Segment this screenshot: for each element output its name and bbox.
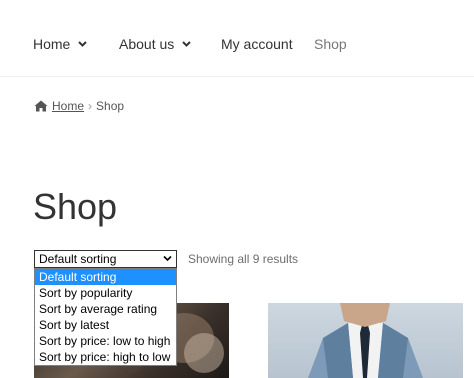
nav-item-label: Home	[33, 36, 71, 52]
nav-item-shop[interactable]: Shop	[314, 36, 347, 52]
sort-select[interactable]: Default sorting	[34, 250, 177, 268]
sort-option-latest[interactable]: Sort by latest	[35, 317, 176, 333]
chevron-down-icon	[163, 255, 172, 262]
nav-item-label: My account	[221, 36, 293, 52]
denim-jacket-figure	[308, 303, 423, 378]
breadcrumb-home-link[interactable]: Home	[52, 99, 84, 113]
nav-item-label: Shop	[314, 36, 347, 52]
chevron-down-icon	[182, 41, 191, 47]
product-image[interactable]	[268, 303, 463, 378]
sort-dropdown-list: Default sorting Sort by popularity Sort …	[34, 268, 177, 366]
breadcrumb: Home › Shop	[34, 99, 124, 113]
sort-select-value: Default sorting	[39, 252, 117, 266]
primary-navigation: Home About us My account Shop	[0, 0, 474, 77]
sort-option-default[interactable]: Default sorting	[35, 269, 176, 285]
page-title: Shop	[33, 186, 118, 227]
home-icon	[34, 100, 48, 112]
nav-item-my-account[interactable]: My account	[221, 36, 293, 52]
sort-option-popularity[interactable]: Sort by popularity	[35, 285, 176, 301]
nav-item-label: About us	[119, 36, 175, 52]
chevron-down-icon	[78, 41, 88, 47]
sort-option-price-asc[interactable]: Sort by price: low to high	[35, 333, 176, 349]
sort-option-rating[interactable]: Sort by average rating	[35, 301, 176, 317]
nav-item-about-us[interactable]: About us	[119, 36, 191, 52]
nav-item-home[interactable]: Home	[33, 36, 88, 52]
breadcrumb-separator: ›	[88, 99, 93, 113]
sort-option-price-desc[interactable]: Sort by price: high to low	[35, 349, 176, 365]
breadcrumb-current: Shop	[96, 99, 125, 113]
result-count: Showing all 9 results	[188, 252, 299, 266]
